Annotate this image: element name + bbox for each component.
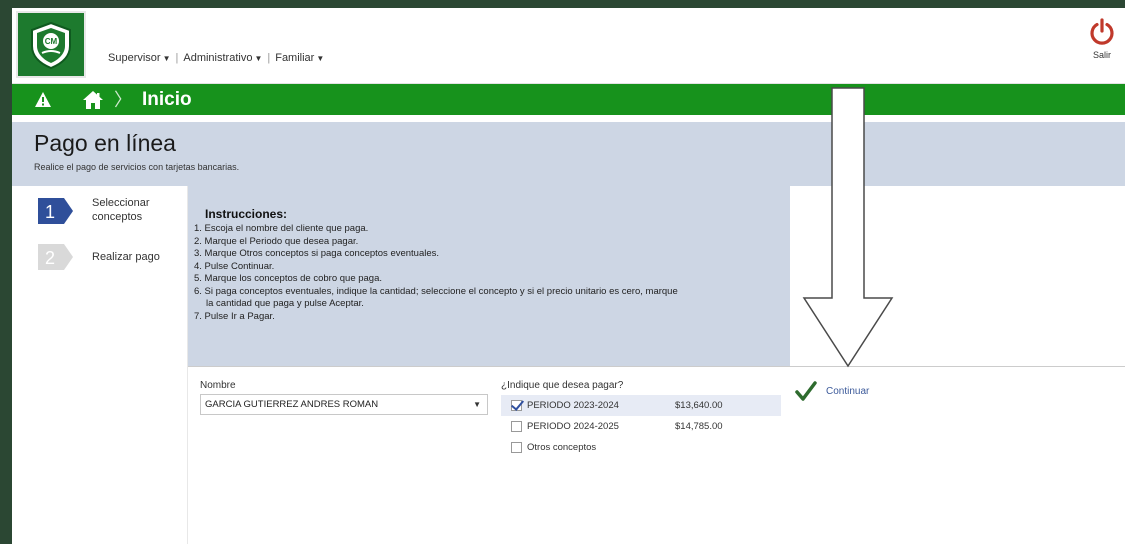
nav-supervisor[interactable]: Supervisor ▼ (108, 52, 176, 64)
continue-button[interactable]: Continuar (795, 380, 869, 402)
step-number: 2 (45, 248, 55, 268)
instructions-panel: Instrucciones: 1. Escoja el nombre del c… (188, 186, 790, 366)
page-header: Pago en línea Realice el pago de servici… (12, 122, 1125, 186)
instruction-line: 5. Marque los conceptos de cobro que pag… (194, 273, 383, 284)
power-icon (1090, 18, 1114, 45)
caret-down-icon: ▼ (254, 54, 263, 63)
pay-option-label: PERIODO 2024-2025 (527, 421, 619, 432)
checkbox[interactable] (511, 421, 522, 432)
page-title: Pago en línea (34, 130, 176, 156)
instruction-line: la cantidad que paga y pulse Aceptar. (206, 298, 364, 309)
checkmark-icon (795, 381, 817, 401)
instructions-title: Instrucciones: (205, 207, 288, 221)
instruction-line: 3. Marque Otros conceptos si paga concep… (194, 248, 440, 259)
pay-option-label: PERIODO 2023-2024 (527, 400, 619, 411)
step-label: Realizar pago (92, 251, 160, 263)
home-icon[interactable] (82, 90, 104, 110)
breadcrumb-chevron-icon: 〉 (114, 89, 132, 110)
checkbox[interactable] (511, 442, 522, 453)
pay-option-periodo-2024-2025[interactable]: PERIODO 2024-2025 $14,785.00 (501, 416, 781, 437)
pay-option-periodo-2023-2024[interactable]: PERIODO 2023-2024 $13,640.00 (501, 395, 781, 416)
continue-label: Continuar (826, 385, 870, 397)
school-logo[interactable]: CM (16, 11, 86, 78)
pay-option-amount: $14,785.00 (675, 421, 723, 432)
breadcrumb-title[interactable]: Inicio (142, 89, 192, 111)
nav-administrativo[interactable]: Administrativo ▼ (178, 52, 267, 64)
caret-down-icon: ▼ (162, 54, 171, 63)
logo-text: CM (45, 37, 58, 46)
name-select-value: GARCIA GUTIERREZ ANDRES ROMAN (205, 399, 379, 410)
instruction-line: 1. Escoja el nombre del cliente que paga… (194, 223, 369, 234)
breadcrumb-bar: 〉 Inicio (12, 84, 1125, 115)
caret-down-icon: ▼ (316, 54, 325, 63)
app-frame: CM Supervisor ▼ | Administrativo ▼ | Famil… (12, 8, 1125, 544)
step-seleccionar-conceptos[interactable]: 1 Seleccionar conceptos (38, 196, 188, 242)
step-number: 1 (45, 202, 55, 222)
wizard-steps: 1 Seleccionar conceptos 2 Realizar pago (38, 196, 188, 288)
divider (188, 366, 1125, 367)
name-select[interactable]: GARCIA GUTIERREZ ANDRES ROMAN ▼ (200, 394, 488, 415)
step-2-badge-icon: 2 (38, 244, 73, 270)
instruction-line: 7. Pulse Ir a Pagar. (194, 310, 275, 322)
logout-label: Salir (1092, 50, 1111, 60)
instruction-line: 6. Si paga conceptos eventuales, indique… (194, 285, 678, 297)
logout-button[interactable]: Salir (1087, 18, 1117, 60)
page-subtitle: Realice el pago de servicios con tarjeta… (34, 162, 240, 172)
name-label: Nombre (200, 380, 236, 391)
step-realizar-pago[interactable]: 2 Realizar pago (38, 242, 188, 288)
checkbox-checked[interactable] (511, 400, 522, 411)
caret-down-icon: ▼ (473, 400, 481, 409)
instruction-line: 4. Pulse Continuar. (194, 260, 275, 272)
shield-logo-icon: CM (31, 21, 71, 69)
step-label: Seleccionar conceptos (92, 197, 150, 223)
pay-question-label: ¿Indique que desea pagar? (501, 380, 624, 391)
pay-option-amount: $13,640.00 (675, 400, 723, 411)
top-nav: Supervisor ▼ | Administrativo ▼ | Familiar… (108, 52, 329, 64)
nav-familiar[interactable]: Familiar ▼ (270, 52, 329, 64)
pay-option-label: Otros conceptos (527, 442, 597, 453)
pay-option-otros-conceptos[interactable]: Otros conceptos (501, 437, 781, 458)
top-header: CM Supervisor ▼ | Administrativo ▼ | Famil… (12, 8, 1125, 84)
warning-icon[interactable] (34, 91, 52, 109)
pay-options-list: PERIODO 2023-2024 $13,640.00 PERIODO 202… (501, 395, 781, 458)
step-1-badge-icon: 1 (38, 198, 73, 224)
instruction-line: 2. Marque el Periodo que desea pagar. (194, 235, 359, 247)
